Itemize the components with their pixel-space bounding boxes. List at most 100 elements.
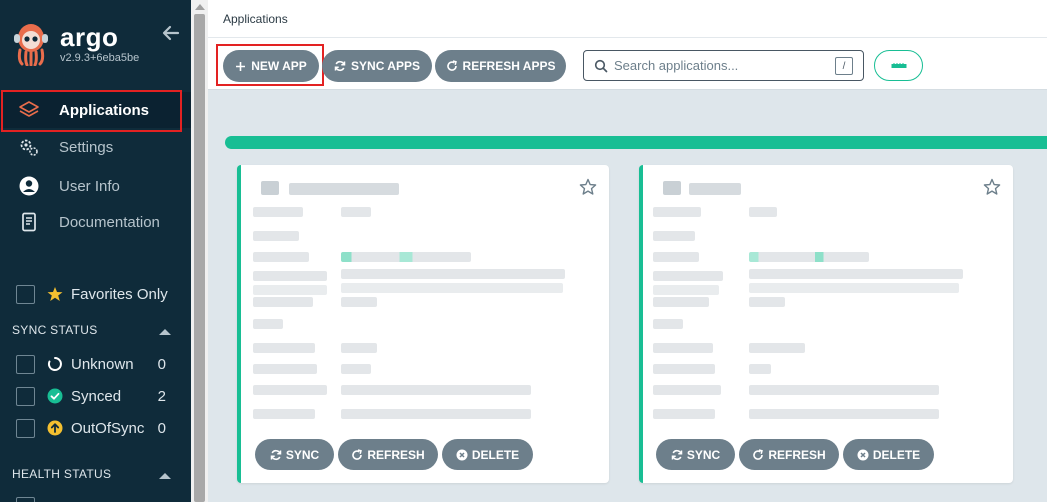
redacted-text [749,343,805,353]
out-of-sync-label: OutOfSync [71,419,145,437]
synced-checkbox[interactable] [16,386,35,406]
brand-name: argo [60,22,119,52]
redacted-text [653,207,701,217]
app-icon-redacted [663,181,681,195]
favorite-star-icon[interactable] [579,178,597,196]
redacted-text [653,385,721,395]
redacted-text [749,269,963,279]
app-icon-redacted [261,181,279,195]
unknown-label: Unknown [71,355,134,373]
redacted-text [653,231,695,241]
arrow-left-icon [162,25,180,41]
arrow-up-circle-icon [47,420,63,436]
refresh-apps-label: REFRESH APPS [462,59,556,73]
redacted-text [253,364,317,374]
delete-button[interactable]: DELETE [843,439,934,470]
toolbar: NEW APP SYNC APPS REFRESH APPS / [208,38,1047,90]
nav-item-settings[interactable]: Settings [0,129,191,165]
redacted-text [341,297,377,307]
refresh-icon [352,448,363,460]
book-icon [18,211,40,233]
sidebar: argo v2.9.3+6eba5be Applications Setting… [0,0,191,502]
delete-label: DELETE [872,447,921,462]
out-of-sync-checkbox[interactable] [16,418,35,438]
nav-item-applications[interactable]: Applications [0,92,191,128]
redacted-text [253,297,313,307]
user-circle-icon [18,175,40,197]
close-circle-icon [456,449,468,460]
sync-label: SYNC [686,447,721,462]
redacted-text [653,409,715,419]
nav-item-documentation[interactable]: Documentation [0,204,191,240]
sync-filter-out-of-sync[interactable]: OutOfSync 0 [16,417,186,439]
sync-icon [334,60,346,72]
redacted-text [749,297,785,307]
health-checkbox[interactable] [16,496,35,502]
refresh-icon [753,448,764,460]
refresh-button[interactable]: REFRESH [338,439,438,470]
redacted-text [341,269,565,279]
search-box: / [583,50,864,81]
redacted-text [653,343,713,353]
scrollbar-thumb[interactable] [194,14,205,502]
redacted-text [253,207,303,217]
redacted-text [253,409,315,419]
redacted-text [253,231,299,241]
new-app-label: NEW APP [251,59,307,73]
nav-label: Documentation [59,213,160,231]
argo-logo [10,20,52,67]
health-summary-bar [225,136,1047,149]
refresh-button[interactable]: REFRESH [739,439,839,470]
sync-apps-label: SYNC APPS [351,59,420,73]
tiles-view-icon [891,62,906,68]
sync-button[interactable]: SYNC [255,439,334,470]
redacted-text [253,319,283,329]
sync-filter-unknown[interactable]: Unknown 0 [16,353,186,375]
favorites-label: Favorites Only [71,285,168,303]
application-card[interactable]: SYNC REFRESH DELETE [639,165,1013,483]
sync-button[interactable]: SYNC [656,439,735,470]
view-mode-button[interactable] [874,50,923,81]
star-icon [47,286,63,302]
redacted-text [341,343,377,353]
favorites-only-filter[interactable]: Favorites Only [16,283,186,305]
nav-label: User Info [59,177,120,195]
application-card[interactable]: SYNC REFRESH DELETE [237,165,609,483]
search-input[interactable] [614,51,829,80]
sync-apps-button[interactable]: SYNC APPS [322,50,432,82]
synced-label: Synced [71,387,122,405]
scroll-up-arrow-icon[interactable] [195,4,205,10]
health-filter-partial[interactable] [16,495,186,502]
delete-button[interactable]: DELETE [442,439,533,470]
search-icon [594,59,608,73]
app-name-redacted [289,183,399,195]
sync-icon [671,449,683,460]
unknown-count: 0 [157,355,166,373]
favorite-star-icon[interactable] [983,178,1001,196]
sync-icon [270,449,282,460]
favorites-checkbox[interactable] [16,284,35,304]
redacted-text [749,283,959,293]
redacted-text [253,343,315,353]
redacted-text [749,385,939,395]
sync-filter-synced[interactable]: Synced 2 [16,385,186,407]
redacted-status [749,252,869,262]
nav-item-user-info[interactable]: User Info [0,168,191,204]
version-label: v2.9.3+6eba5be [60,52,140,64]
new-app-button[interactable]: NEW APP [223,50,319,82]
refresh-apps-button[interactable]: REFRESH APPS [435,50,566,82]
collapse-sync-status-caret[interactable] [158,324,172,335]
redacted-text [341,409,531,419]
synced-count: 2 [157,387,166,405]
collapse-sidebar-button[interactable] [160,22,182,44]
collapse-health-status-caret[interactable] [158,468,172,479]
redacted-text [253,252,309,262]
redacted-text [749,207,777,217]
app-name-redacted [689,183,741,195]
redacted-text [749,364,771,374]
refresh-label: REFRESH [367,447,425,462]
redacted-text [253,385,327,395]
close-circle-icon [857,449,869,460]
unknown-checkbox[interactable] [16,354,35,374]
redacted-text [653,252,699,262]
